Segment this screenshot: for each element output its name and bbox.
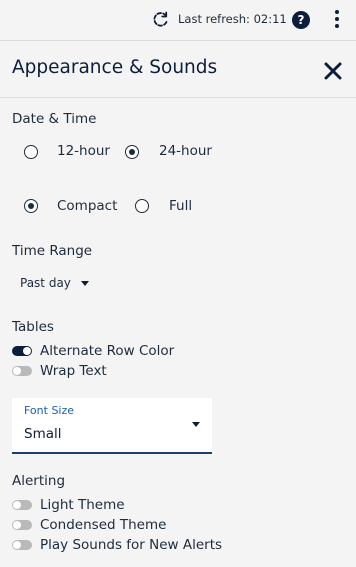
radio-compact[interactable] bbox=[24, 199, 38, 213]
time-range-value: Past day bbox=[20, 276, 71, 290]
toggle-condensed-theme-label: Condensed Theme bbox=[40, 517, 167, 533]
radio-24-hour[interactable] bbox=[125, 145, 139, 159]
toggle-play-sounds-label: Play Sounds for New Alerts bbox=[40, 537, 223, 553]
panel-title: Appearance & Sounds bbox=[12, 57, 218, 78]
alerting-label: Alerting bbox=[12, 473, 66, 489]
last-refresh-text: Last refresh: 02:11 bbox=[178, 12, 287, 26]
font-size-select[interactable]: Font Size Small bbox=[12, 398, 212, 454]
panel-header: Appearance & Sounds bbox=[0, 41, 356, 98]
radio-12-hour-label: 12-hour bbox=[57, 143, 110, 159]
toggle-alternate-row-color[interactable] bbox=[12, 346, 32, 356]
toggle-light-theme-label: Light Theme bbox=[40, 497, 125, 513]
font-size-label: Font Size bbox=[24, 404, 75, 417]
font-size-value: Small bbox=[24, 426, 62, 442]
toggle-wrap-text-label: Wrap Text bbox=[40, 363, 107, 379]
toggle-wrap-text[interactable] bbox=[12, 366, 32, 376]
top-bar: Last refresh: 02:11 ? bbox=[0, 0, 356, 41]
caret-down-icon bbox=[80, 280, 89, 286]
radio-full[interactable] bbox=[135, 199, 149, 213]
more-vertical-icon[interactable] bbox=[335, 10, 339, 30]
time-range-label: Time Range bbox=[12, 243, 93, 259]
toggle-condensed-theme[interactable] bbox=[12, 520, 32, 530]
time-range-dropdown[interactable]: Past day bbox=[20, 276, 89, 290]
toggle-light-theme[interactable] bbox=[12, 500, 32, 510]
toggle-alternate-row-color-label: Alternate Row Color bbox=[40, 343, 175, 359]
refresh-control[interactable]: Last refresh: 02:11 bbox=[152, 10, 287, 28]
date-time-label: Date & Time bbox=[12, 111, 97, 127]
close-icon[interactable] bbox=[322, 60, 344, 82]
radio-full-label: Full bbox=[169, 198, 193, 214]
tables-label: Tables bbox=[12, 319, 54, 335]
refresh-icon[interactable] bbox=[152, 10, 170, 28]
radio-12-hour[interactable] bbox=[24, 145, 38, 159]
radio-24-hour-label: 24-hour bbox=[159, 143, 212, 159]
caret-down-icon bbox=[192, 422, 200, 427]
toggle-play-sounds[interactable] bbox=[12, 540, 32, 550]
help-icon[interactable]: ? bbox=[292, 11, 310, 29]
radio-compact-label: Compact bbox=[57, 198, 118, 214]
